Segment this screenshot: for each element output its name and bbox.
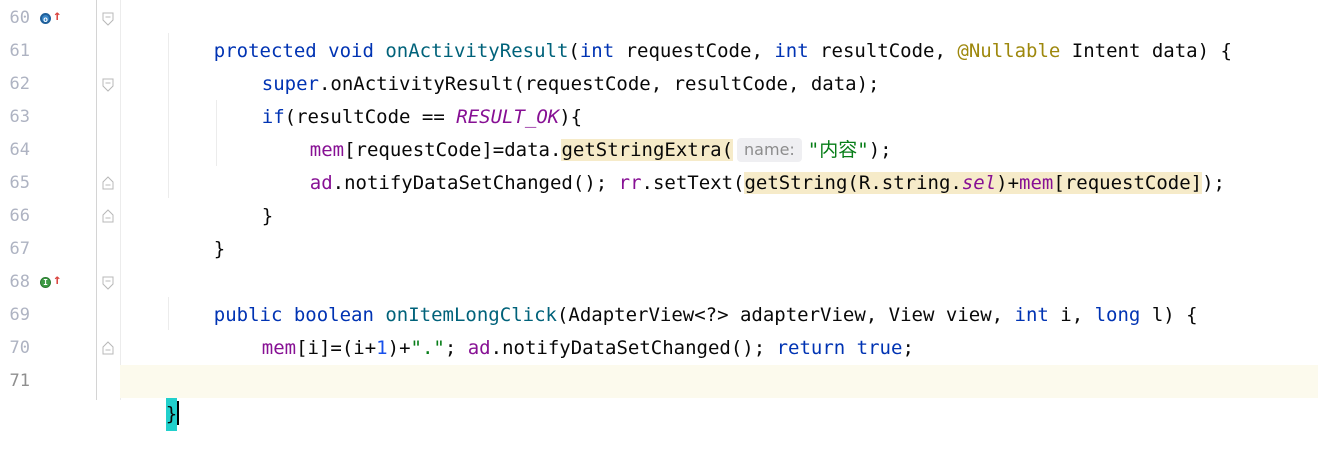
- override-icon: o: [40, 13, 51, 24]
- code-line[interactable]: }: [120, 167, 1318, 227]
- code-line[interactable]: protected void onActivityResult(int requ…: [120, 2, 1318, 62]
- line-number: 61: [9, 41, 30, 61]
- line-number: 67: [9, 239, 30, 259]
- implement-icon: I: [40, 277, 51, 288]
- implement-method-marker[interactable]: I ↑: [40, 266, 64, 299]
- code-line[interactable]: ad.notifyDataSetChanged(); rr.setText(ge…: [120, 134, 1318, 194]
- code-line-empty[interactable]: [120, 233, 1318, 266]
- code-line[interactable]: mem[i]=(i+1)+"."; ad.notifyDataSetChange…: [120, 299, 1318, 359]
- fold-open-icon[interactable]: [102, 12, 114, 26]
- override-method-marker[interactable]: o ↑: [40, 2, 64, 35]
- fold-close-icon[interactable]: [102, 176, 114, 190]
- code-line[interactable]: }: [120, 200, 1318, 260]
- text-caret: [177, 401, 180, 425]
- fold-close-icon[interactable]: [102, 209, 114, 223]
- arrow-up-icon: ↑: [53, 8, 62, 24]
- code-line[interactable]: if(resultCode == RESULT_OK){: [120, 68, 1318, 128]
- fold-open-icon[interactable]: [102, 78, 114, 92]
- line-number: 60: [9, 8, 30, 28]
- line-number: 65: [9, 173, 30, 193]
- line-number: 66: [9, 206, 30, 226]
- line-number: 64: [9, 140, 30, 160]
- matched-brace: }: [165, 398, 178, 431]
- line-number: 69: [9, 305, 30, 325]
- code-line-current[interactable]: }: [120, 365, 1318, 431]
- line-number: 70: [9, 338, 30, 358]
- line-number: 68: [9, 272, 30, 292]
- code-line[interactable]: mem[requestCode]=data.getStringExtra(nam…: [120, 101, 1318, 162]
- fold-open-icon[interactable]: [102, 276, 114, 290]
- arrow-up-icon: ↑: [53, 272, 62, 288]
- code-line[interactable]: }: [120, 332, 1318, 392]
- line-number-current: 71: [9, 371, 30, 391]
- gutter-divider: [96, 0, 97, 400]
- code-line[interactable]: super.onActivityResult(requestCode, resu…: [120, 35, 1318, 95]
- line-number: 62: [9, 74, 30, 94]
- code-line[interactable]: public boolean onItemLongClick(AdapterVi…: [120, 266, 1318, 326]
- line-number: 63: [9, 107, 30, 127]
- fold-close-icon[interactable]: [102, 341, 114, 355]
